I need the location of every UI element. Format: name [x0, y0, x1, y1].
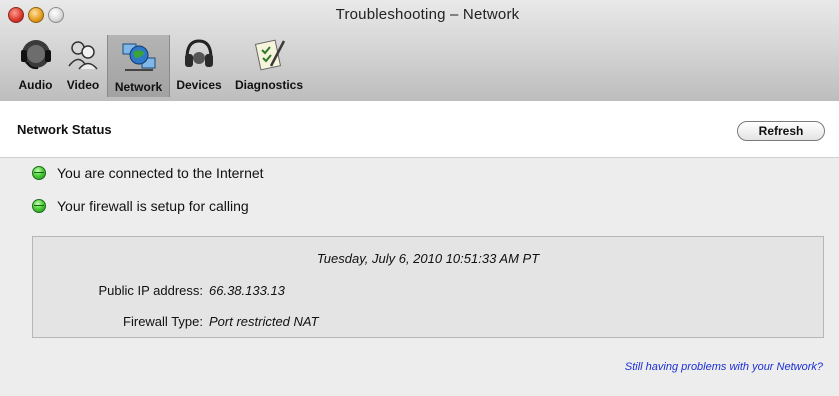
video-people-icon	[68, 41, 98, 70]
timestamp: Tuesday, July 6, 2010 10:51:33 AM PT	[316, 251, 540, 266]
headphones-icon	[185, 39, 213, 67]
network-globe-icon	[122, 43, 155, 71]
tab-audio[interactable]: Audio	[12, 33, 59, 95]
green-status-icon	[32, 166, 46, 180]
status-firewall: Your firewall is setup for calling	[32, 198, 249, 214]
status-firewall-text: Your firewall is setup for calling	[57, 198, 249, 214]
tab-devices[interactable]: Devices	[170, 33, 228, 95]
public-ip-row: Public IP address: 66.38.133.13	[33, 283, 285, 298]
section-header: Network Status Refresh	[0, 101, 839, 158]
network-help-link[interactable]: Still having problems with your Network?	[625, 361, 823, 373]
window-title: Troubleshooting – Network	[335, 6, 520, 23]
tab-diagnostics-label: Diagnostics	[234, 78, 303, 92]
headset-mic-icon	[20, 40, 51, 70]
title-toolbar: Troubleshooting – Network Audio Video Ne…	[0, 0, 839, 102]
status-internet-text: You are connected to the Internet	[57, 165, 264, 181]
status-internet: You are connected to the Internet	[32, 165, 264, 181]
firewall-type-value: Port restricted NAT	[209, 314, 319, 329]
tab-video-label: Video	[66, 78, 100, 92]
tab-diagnostics[interactable]: Diagnostics	[228, 33, 310, 95]
public-ip-value: 66.38.133.13	[209, 283, 285, 298]
toolbar: Audio Video Network Devices Diagnostics	[12, 33, 310, 97]
network-info-box: Tuesday, July 6, 2010 10:51:33 AM PT Pub…	[32, 236, 824, 338]
diagnostics-checklist-icon	[254, 39, 286, 71]
public-ip-label: Public IP address:	[98, 283, 203, 298]
refresh-button[interactable]: Refresh	[737, 121, 825, 141]
firewall-type-label: Firewall Type:	[123, 314, 203, 329]
firewall-type-row: Firewall Type: Port restricted NAT	[33, 314, 319, 329]
troubleshooting-window: Troubleshooting – Network Audio Video Ne…	[0, 0, 839, 396]
tab-devices-label: Devices	[176, 78, 222, 92]
tab-network-label: Network	[114, 80, 163, 94]
green-status-icon	[32, 199, 46, 213]
tab-network[interactable]: Network	[107, 35, 170, 97]
section-title: Network Status	[17, 122, 112, 137]
tab-audio-label: Audio	[18, 78, 53, 92]
tab-video[interactable]: Video	[59, 33, 107, 95]
